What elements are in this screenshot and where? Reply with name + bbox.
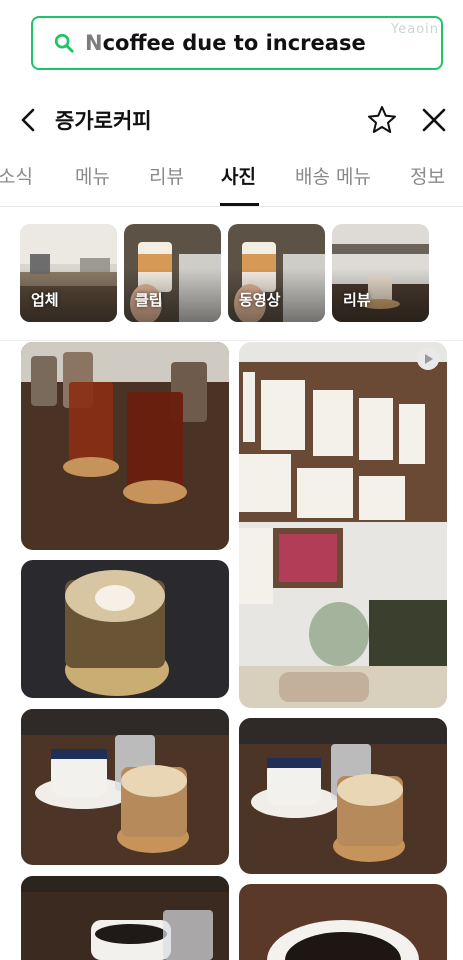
watermark: Yeaoin — [391, 22, 439, 37]
category-label: 클립 — [135, 291, 163, 309]
tab-photos[interactable]: 사진 — [221, 162, 256, 189]
photo-certificates[interactable] — [239, 342, 447, 708]
active-tab-indicator — [220, 203, 259, 206]
tab-info[interactable]: 정보 — [410, 162, 445, 189]
tab-delivery-menu[interactable]: 배송 메뉴 — [295, 162, 371, 189]
category-label: 업체 — [31, 291, 59, 309]
search-prefix: N — [85, 31, 103, 55]
category-label: 리뷰 — [343, 291, 371, 309]
category-review[interactable]: 리뷰 — [332, 224, 429, 322]
photo-category-row: 업체 클립 동영상 리뷰 — [20, 224, 450, 324]
star-icon[interactable] — [366, 104, 398, 136]
tab-reviews[interactable]: 리뷰 — [149, 162, 184, 189]
photo-black-coffee[interactable] — [21, 876, 229, 960]
video-play-icon — [417, 348, 439, 370]
photo-latte-art[interactable] — [21, 560, 229, 698]
category-label: 동영상 — [239, 291, 281, 309]
category-clip[interactable]: 클립 — [124, 224, 221, 322]
category-business[interactable]: 업체 — [20, 224, 117, 322]
search-query: coffee due to increase — [102, 31, 366, 55]
search-icon — [54, 33, 74, 53]
place-header: 증가로커피 — [0, 96, 463, 144]
section-divider — [0, 340, 463, 341]
category-video[interactable]: 동영상 — [228, 224, 325, 322]
photo-coffee-cup-top[interactable] — [239, 884, 447, 960]
photo-latte-cup-set-2[interactable] — [239, 718, 447, 874]
close-icon[interactable] — [420, 106, 448, 134]
back-icon[interactable] — [16, 106, 42, 134]
photo-latte-cup-set[interactable] — [21, 709, 229, 865]
tab-menu[interactable]: 메뉴 — [75, 162, 110, 189]
tab-news[interactable]: 소식 — [0, 162, 33, 189]
page-title: 증가로커피 — [55, 109, 152, 133]
photo-iced-coffee[interactable] — [21, 342, 229, 550]
tab-bar: 소식 메뉴 리뷰 사진 배송 메뉴 정보 — [0, 150, 463, 207]
search-bar[interactable]: Ncoffee due to increase — [31, 16, 443, 70]
search-input[interactable]: Ncoffee due to increase — [85, 31, 366, 55]
